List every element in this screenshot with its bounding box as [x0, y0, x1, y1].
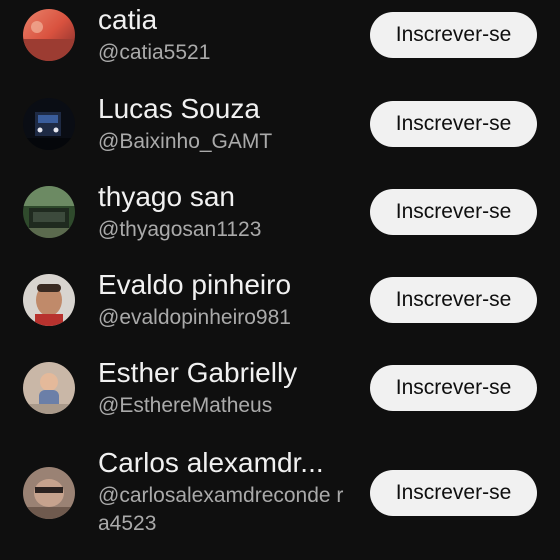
subscribe-button[interactable]: Inscrever-se: [370, 277, 537, 323]
channel-name[interactable]: catia: [98, 4, 157, 36]
channel-name[interactable]: Evaldo pinheiro: [98, 269, 291, 301]
channel-avatar[interactable]: [23, 9, 75, 61]
channel-name[interactable]: Carlos alexamdr...: [98, 447, 324, 479]
channel-name[interactable]: Lucas Souza: [98, 93, 260, 125]
channel-avatar[interactable]: [23, 98, 75, 150]
subscribe-button[interactable]: Inscrever-se: [370, 189, 537, 235]
subscribe-button[interactable]: Inscrever-se: [370, 101, 537, 147]
channel-handle: @EsthereMatheus: [98, 394, 273, 417]
channel-handle: @thyagosan1123: [98, 218, 262, 241]
channel-avatar[interactable]: [23, 467, 75, 519]
channel-avatar[interactable]: [23, 186, 75, 238]
channel-handle: @carlosalexamdreconde ra4523: [98, 484, 344, 535]
channel-name[interactable]: thyago san: [98, 181, 235, 213]
channel-list: catia @catia5521 Inscrever-se Lucas Souz…: [0, 0, 560, 560]
channel-handle: @evaldopinheiro981: [98, 306, 291, 329]
subscribe-button[interactable]: Inscrever-se: [370, 470, 537, 516]
channel-handle: @Baixinho_GAMT: [98, 130, 273, 153]
channel-name[interactable]: Esther Gabrielly: [98, 357, 297, 389]
channel-handle: @catia5521: [98, 41, 211, 64]
subscribe-button[interactable]: Inscrever-se: [370, 12, 537, 58]
channel-avatar[interactable]: [23, 274, 75, 326]
channel-avatar[interactable]: [23, 362, 75, 414]
subscribe-button[interactable]: Inscrever-se: [370, 365, 537, 411]
